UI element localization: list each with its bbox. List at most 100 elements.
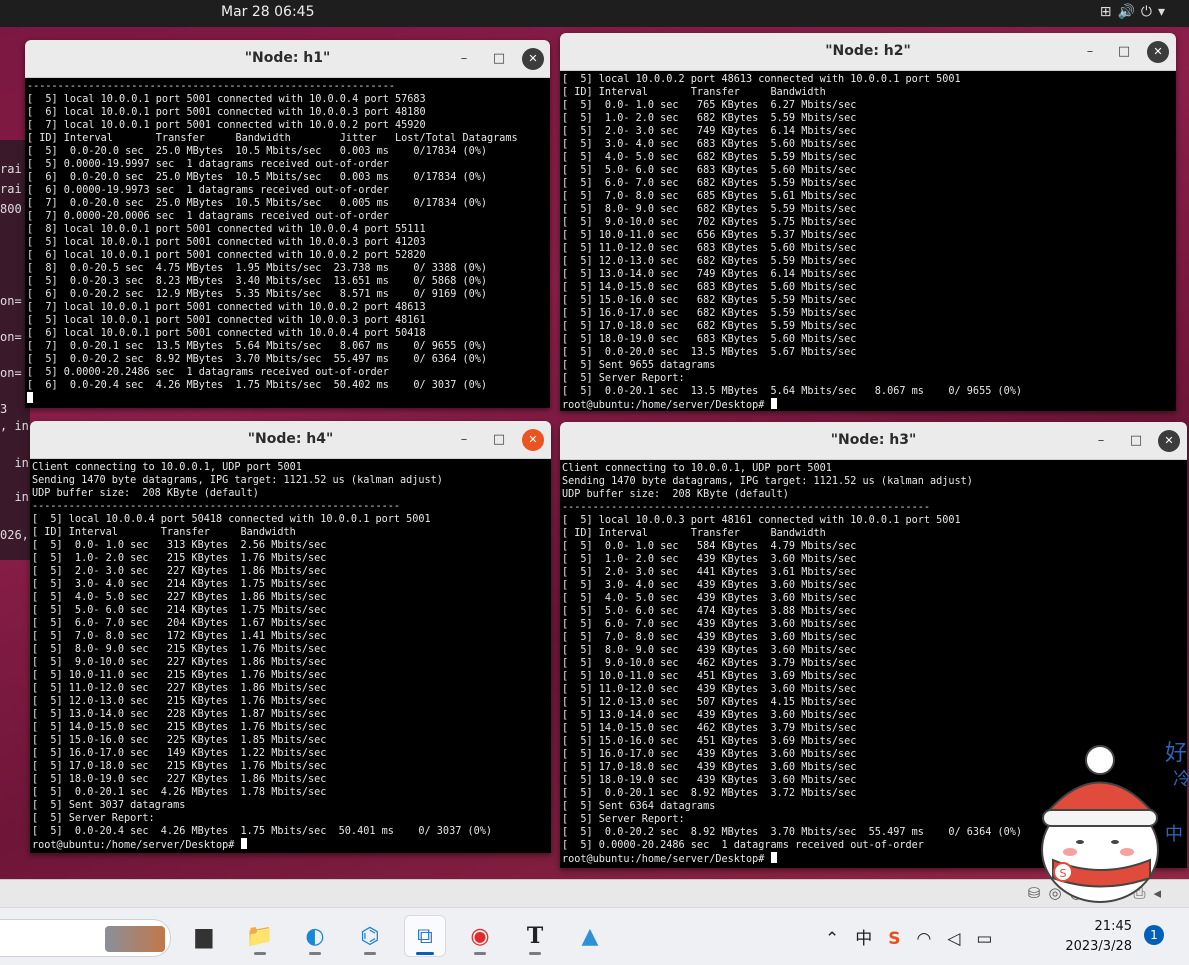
terminal-line: [ 7] 0.0-20.0 sec 25.0 MBytes 10.5 Mbits… bbox=[27, 198, 488, 209]
terminal-line: [ 5] 0.0-20.1 sec 4.26 MBytes 1.78 Mbits… bbox=[32, 787, 327, 798]
typora-icon: T bbox=[526, 923, 544, 949]
terminal-line: [ 5] 6.0- 7.0 sec 204 KBytes 1.67 Mbits/… bbox=[32, 618, 327, 629]
terminal-line: [ 7] 0.0-20.1 sec 13.5 MBytes 5.64 Mbits… bbox=[27, 341, 488, 352]
taskbar-app-photos[interactable]: ▲ bbox=[569, 915, 611, 957]
terminal-line: [ 5] 0.0000-19.9997 sec 1 datagrams rece… bbox=[27, 159, 389, 170]
taskbar-app-virtualbox[interactable]: ⧉ bbox=[404, 915, 446, 957]
taskbar-app-task-view[interactable]: ▆ bbox=[183, 915, 225, 957]
terminal-line: [ 5] 18.0-19.0 sec 439 KBytes 3.60 Mbits… bbox=[562, 775, 857, 786]
terminal-line: [ 5] local 10.0.0.3 port 48161 connected… bbox=[562, 515, 961, 526]
terminal-line: Client connecting to 10.0.0.1, UDP port … bbox=[32, 462, 302, 473]
terminal-line: [ 5] 6.0- 7.0 sec 439 KBytes 3.60 Mbits/… bbox=[562, 619, 857, 630]
terminal-line: [ 5] 0.0-20.1 sec 13.5 MBytes 5.64 Mbits… bbox=[562, 386, 1023, 397]
terminal-line: [ 5] Server Report: bbox=[32, 813, 155, 824]
taskbar-system-tray[interactable]: ⌃中S◠◁▭ bbox=[825, 924, 1008, 949]
vscode-icon: ⌬ bbox=[360, 923, 380, 949]
terminal-line: [ 5] 18.0-19.0 sec 227 KBytes 1.86 Mbits… bbox=[32, 774, 327, 785]
sogou-input-icon[interactable]: S bbox=[888, 929, 916, 949]
taskbar-clock[interactable]: 21:45 2023/3/28 bbox=[1052, 917, 1132, 957]
terminal-line: [ 5] 15.0-16.0 sec 682 KBytes 5.59 Mbits… bbox=[562, 295, 857, 306]
notification-count-badge[interactable]: 1 bbox=[1144, 925, 1164, 945]
terminal-line: [ 5] 8.0- 9.0 sec 682 KBytes 5.59 Mbits/… bbox=[562, 204, 857, 215]
close-button[interactable]: ✕ bbox=[1158, 430, 1180, 452]
terminal-line: [ 5] Server Report: bbox=[562, 814, 685, 825]
background-text-line: in bbox=[0, 456, 29, 470]
sticker-text: 好 bbox=[1165, 741, 1187, 766]
taskbar-search-box[interactable] bbox=[0, 919, 171, 957]
terminal-window-h1[interactable]: "Node: h1" – □ ✕ -----------------------… bbox=[25, 40, 550, 408]
terminal-line: [ 5] 15.0-16.0 sec 225 KBytes 1.85 Mbits… bbox=[32, 735, 327, 746]
terminal-output[interactable]: ----------------------------------------… bbox=[25, 78, 550, 406]
taskbar-app-file-explorer[interactable]: 📁 bbox=[239, 915, 281, 957]
terminal-line: Sending 1470 byte datagrams, IPG target:… bbox=[562, 476, 973, 487]
taskbar-app-typora[interactable]: T bbox=[514, 915, 556, 957]
terminal-line: [ 8] 0.0-20.5 sec 4.75 MBytes 1.95 Mbits… bbox=[27, 263, 488, 274]
window-titlebar[interactable]: "Node: h2" – □ ✕ bbox=[560, 33, 1176, 71]
minimize-button[interactable]: – bbox=[453, 429, 475, 451]
terminal-line: [ 5] 2.0- 3.0 sec 227 KBytes 1.86 Mbits/… bbox=[32, 566, 327, 577]
chevron-up-icon[interactable]: ⌃ bbox=[825, 929, 855, 949]
background-text-line: in bbox=[0, 490, 29, 504]
terminal-line: [ 5] 9.0-10.0 sec 462 KBytes 3.79 Mbits/… bbox=[562, 658, 857, 669]
terminal-line: [ 5] 0.0000-20.2486 sec 1 datagrams rece… bbox=[27, 367, 389, 378]
volume-icon[interactable]: 🔊 bbox=[1117, 4, 1140, 20]
maximize-button[interactable]: □ bbox=[1113, 41, 1135, 63]
top-bar-system-tray[interactable]: ⊞🔊⏻▾ bbox=[1100, 4, 1171, 20]
maximize-button[interactable]: □ bbox=[488, 48, 510, 70]
ime-indicator[interactable]: 中 bbox=[855, 929, 888, 949]
maximize-button[interactable]: □ bbox=[1125, 430, 1147, 452]
window-titlebar[interactable]: "Node: h1" – □ ✕ bbox=[25, 40, 550, 78]
terminal-output[interactable]: [ 5] local 10.0.0.2 port 48613 connected… bbox=[560, 71, 1176, 411]
battery-icon[interactable]: ▭ bbox=[976, 929, 1008, 949]
terminal-line: [ 5] 16.0-17.0 sec 149 KBytes 1.22 Mbits… bbox=[32, 748, 327, 759]
terminal-line: [ 5] Sent 9655 datagrams bbox=[562, 360, 716, 371]
network-icon[interactable]: ⊞ bbox=[1100, 4, 1118, 20]
terminal-line: [ 5] 11.0-12.0 sec 439 KBytes 3.60 Mbits… bbox=[562, 684, 857, 695]
terminal-line: [ 5] 13.0-14.0 sec 228 KBytes 1.87 Mbits… bbox=[32, 709, 327, 720]
terminal-line: Client connecting to 10.0.0.1, UDP port … bbox=[562, 463, 832, 474]
minimize-button[interactable]: – bbox=[1090, 430, 1112, 452]
minimize-button[interactable]: – bbox=[453, 48, 475, 70]
terminal-window-h2[interactable]: "Node: h2" – □ ✕ [ 5] local 10.0.0.2 por… bbox=[560, 33, 1176, 411]
terminal-line: [ 6] 0.0-20.0 sec 25.0 MBytes 10.5 Mbits… bbox=[27, 172, 488, 183]
terminal-line: [ 5] 13.0-14.0 sec 749 KBytes 6.14 Mbits… bbox=[562, 269, 857, 280]
terminal-window-h4[interactable]: "Node: h4" – □ ✕ Client connecting to 10… bbox=[30, 421, 551, 853]
window-titlebar[interactable]: "Node: h3" – □ ✕ bbox=[560, 422, 1187, 460]
background-text-line: , in bbox=[0, 419, 29, 433]
terminal-line: [ 5] 2.0- 3.0 sec 441 KBytes 3.61 Mbits/… bbox=[562, 567, 857, 578]
running-indicator bbox=[474, 952, 486, 955]
background-text-line: on= bbox=[0, 330, 22, 344]
power-icon[interactable]: ⏻ bbox=[1141, 4, 1158, 20]
minimize-button[interactable]: – bbox=[1079, 41, 1101, 63]
terminal-line: [ 5] 2.0- 3.0 sec 749 KBytes 6.14 Mbits/… bbox=[562, 126, 857, 137]
top-bar-clock[interactable]: Mar 28 06:45 bbox=[221, 4, 314, 20]
terminal-line: [ 5] 1.0- 2.0 sec 215 KBytes 1.76 Mbits/… bbox=[32, 553, 327, 564]
chevron-down-icon[interactable]: ▾ bbox=[1158, 4, 1171, 20]
terminal-line: [ 5] 14.0-15.0 sec 462 KBytes 3.79 Mbits… bbox=[562, 723, 857, 734]
taskbar-app-netease-music[interactable]: ◉ bbox=[459, 915, 501, 957]
terminal-line: [ 5] 4.0- 5.0 sec 227 KBytes 1.86 Mbits/… bbox=[32, 592, 327, 603]
vm-status-bar: ⛁◎◎▣⊟⎙◂ bbox=[0, 879, 1189, 908]
terminal-output[interactable]: Client connecting to 10.0.0.1, UDP port … bbox=[30, 459, 551, 852]
windows-taskbar: ▆ 📁 ◐ ⌬ ⧉ ◉ T ▲ ⌃中S◠◁▭ 21:45 2023/3/28 bbox=[0, 907, 1189, 965]
terminal-line: [ 5] 16.0-17.0 sec 439 KBytes 3.60 Mbits… bbox=[562, 749, 857, 760]
close-button[interactable]: ✕ bbox=[522, 48, 544, 70]
close-button[interactable]: ✕ bbox=[522, 429, 544, 451]
terminal-line: [ 5] Sent 6364 datagrams bbox=[562, 801, 716, 812]
window-titlebar[interactable]: "Node: h4" – □ ✕ bbox=[30, 421, 551, 459]
terminal-line: [ 5] 0.0-20.1 sec 8.92 MBytes 3.72 Mbits… bbox=[562, 788, 857, 799]
close-button[interactable]: ✕ bbox=[1147, 41, 1169, 63]
maximize-button[interactable]: □ bbox=[488, 429, 510, 451]
netease-music-icon: ◉ bbox=[470, 923, 490, 949]
volume-icon[interactable]: ◁ bbox=[947, 929, 976, 949]
terminal-line: ----------------------------------------… bbox=[562, 502, 931, 513]
terminal-line: [ 5] 0.0-20.3 sec 8.23 MBytes 3.40 Mbits… bbox=[27, 276, 488, 287]
terminal-line: Sending 1470 byte datagrams, IPG target:… bbox=[32, 475, 443, 486]
terminal-line: [ 5] local 10.0.0.1 port 5001 connected … bbox=[27, 237, 426, 248]
terminal-line: [ 8] local 10.0.0.1 port 5001 connected … bbox=[27, 224, 426, 235]
terminal-line: [ 5] 12.0-13.0 sec 682 KBytes 5.59 Mbits… bbox=[562, 256, 857, 267]
taskbar-app-edge[interactable]: ◐ bbox=[294, 915, 336, 957]
taskbar-app-vscode[interactable]: ⌬ bbox=[349, 915, 391, 957]
wifi-icon[interactable]: ◠ bbox=[917, 929, 948, 949]
terminal-line: [ 5] 17.0-18.0 sec 682 KBytes 5.59 Mbits… bbox=[562, 321, 857, 332]
